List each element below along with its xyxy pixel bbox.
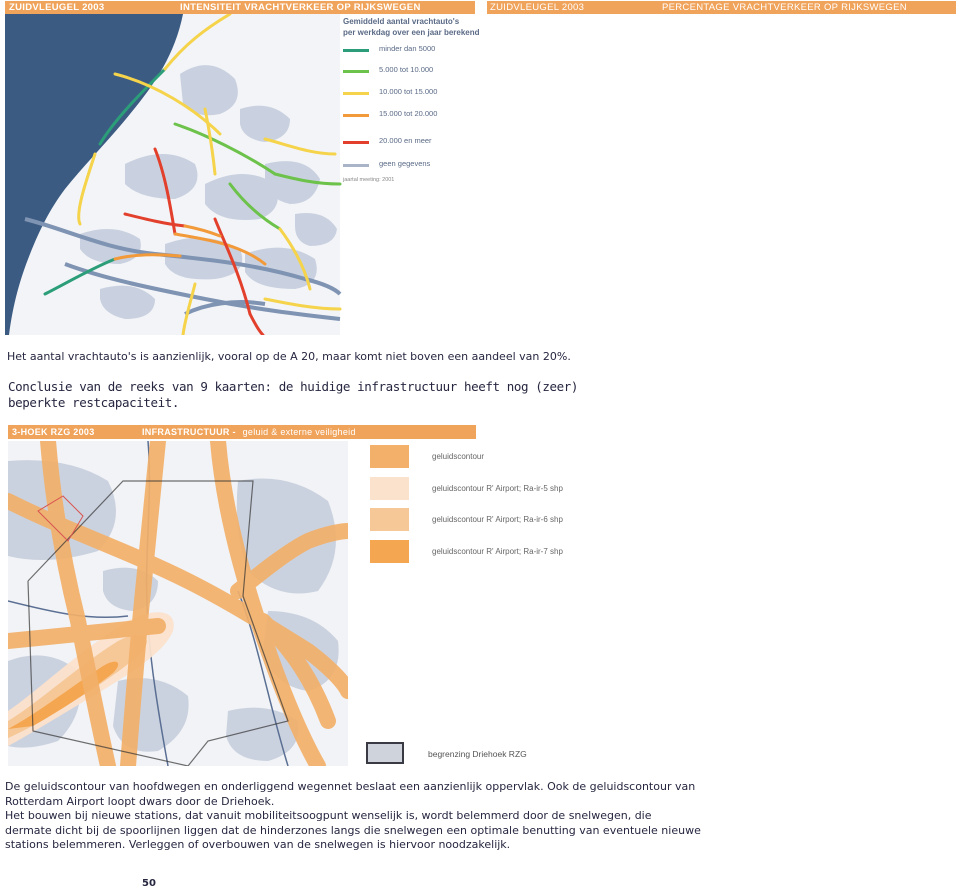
contour-swatch bbox=[370, 445, 409, 468]
body-line-4: dermate dicht bij de spoorlijnen liggen … bbox=[5, 823, 701, 837]
map3-header-region: ZUIDVLEUGEL 2003 bbox=[490, 2, 585, 13]
legend-swatch-line bbox=[343, 70, 369, 73]
contour-label: geluidscontour R' Airport; Ra-ir-7 shp bbox=[432, 546, 563, 556]
truck-percentage-map bbox=[487, 14, 956, 335]
map2-header-title-bold: INFRASTRUCTUUR - bbox=[142, 427, 236, 437]
legend-label: 20.000 en meer bbox=[379, 136, 432, 145]
boundary-swatch bbox=[366, 742, 404, 764]
legend-swatch-line bbox=[343, 114, 369, 117]
map1-header-bar: ZUIDVLEUGEL 2003 INTENSITEIT VRACHTVERKE… bbox=[5, 1, 475, 14]
legend-label: 5.000 tot 10.000 bbox=[379, 65, 434, 74]
body-line-5: stations belemmeren. Verleggen of overbo… bbox=[5, 838, 511, 851]
body-line-1: De geluidscontour van hoofdwegen en onde… bbox=[5, 780, 696, 793]
map2-header-title: INFRASTRUCTUUR - geluid & externe veilig… bbox=[142, 425, 356, 439]
boundary-legend: begrenzing Driehoek RZG bbox=[366, 742, 536, 768]
contour-swatch bbox=[370, 508, 409, 531]
map3-header-bar: ZUIDVLEUGEL 2003 PERCENTAGE VRACHTVERKEE… bbox=[487, 1, 956, 14]
conclusion-line-2: beperkte restcapaciteit. bbox=[8, 395, 180, 410]
contour-label: geluidscontour R' Airport; Ra-ir-5 shp bbox=[432, 483, 563, 493]
noise-contour-map bbox=[8, 441, 348, 766]
conclusion-line-1: Conclusie van de reeks van 9 kaarten: de… bbox=[8, 379, 579, 394]
map1-header-title: INTENSITEIT VRACHTVERKEER OP RIJKSWEGEN bbox=[180, 2, 421, 13]
caption-truck-share: Het aantal vrachtauto's is aanzienlijk, … bbox=[7, 350, 571, 363]
legend-label: geen gegevens bbox=[379, 159, 431, 168]
contour-swatch bbox=[370, 476, 409, 500]
contour-swatch bbox=[370, 539, 409, 563]
legend-label: 15.000 tot 20.000 bbox=[379, 109, 438, 118]
boundary-label: begrenzing Driehoek RZG bbox=[428, 749, 527, 759]
page-number: 50 bbox=[142, 878, 156, 889]
map2-header-title-rest: geluid & externe veiligheid bbox=[242, 427, 356, 437]
body-line-3: Het bouwen bij nieuwe stations, dat vanu… bbox=[5, 809, 652, 822]
noise-contour-map-graphic bbox=[8, 441, 348, 766]
map2-header-bar: 3-HOEK RZG 2003 INFRASTRUCTUUR - geluid … bbox=[8, 425, 476, 439]
legend-label: minder dan 5000 bbox=[379, 44, 436, 53]
contour-label: geluidscontour bbox=[432, 452, 485, 461]
legend-swatch-line bbox=[343, 49, 369, 52]
noise-contour-legend: geluidscontour geluidscontour R' Airport;… bbox=[370, 445, 620, 565]
contour-label: geluidscontour R' Airport; Ra-ir-6 shp bbox=[432, 515, 563, 524]
truck-intensity-legend: Gemiddeld aantal vrachtauto's per werkda… bbox=[342, 17, 480, 187]
legend-swatch-line bbox=[343, 164, 369, 167]
map1-header-region: ZUIDVLEUGEL 2003 bbox=[9, 2, 105, 13]
legend-swatch-line bbox=[343, 141, 369, 144]
legend-title-line1: Gemiddeld aantal vrachtauto's bbox=[343, 17, 460, 26]
map2-header-region: 3-HOEK RZG 2003 bbox=[12, 427, 95, 437]
legend-label: 10.000 tot 15.000 bbox=[379, 87, 438, 96]
legend-swatch-line bbox=[343, 92, 369, 95]
map3-header-title: PERCENTAGE VRACHTVERKEER OP RIJKSWEGEN bbox=[662, 2, 907, 13]
body-paragraph: De geluidscontour van hoofdwegen en onde… bbox=[5, 780, 955, 855]
body-line-2: Rotterdam Airport loopt dwars door de Dr… bbox=[5, 794, 275, 808]
legend-note: jaartal meeting: 2001 bbox=[343, 177, 395, 183]
legend-title-line2: per werkdag over een jaar berekend bbox=[343, 28, 480, 37]
